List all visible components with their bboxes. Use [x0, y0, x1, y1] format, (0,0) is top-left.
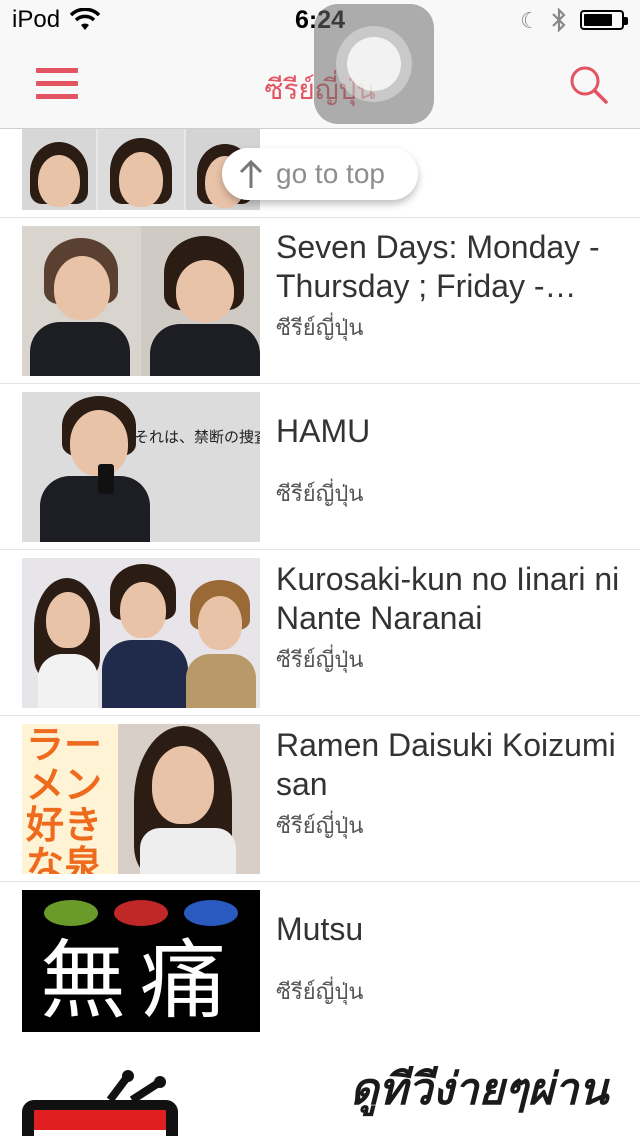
go-to-top-button[interactable]: go to top [222, 148, 418, 200]
tv-icon [22, 1070, 178, 1136]
poster-image: それは、禁断の捜査。 [22, 392, 260, 542]
poster-text: それは、禁断の捜査。 [134, 428, 260, 446]
search-icon[interactable] [568, 64, 610, 106]
series-category: ซีรีย์ญี่ปุ่น [276, 813, 364, 838]
list-item[interactable]: ラーメン好きな泉さん Ramen Daisuki Koizumi san ซีร… [0, 716, 640, 882]
series-list[interactable]: Seven Days: Monday - Thursday ; Friday -… [0, 129, 640, 1136]
bluetooth-icon [552, 7, 566, 33]
banner-text: ดูทีวีง่ายๆผ่าน [350, 1064, 609, 1115]
series-title: Ramen Daisuki Koizumi san [276, 727, 616, 802]
go-to-top-label: go to top [276, 158, 385, 189]
list-item[interactable]: Kurosaki-kun no Iinari ni Nante Naranai … [0, 550, 640, 716]
series-title: Kurosaki-kun no Iinari ni Nante Naranai [276, 561, 620, 636]
arrow-up-icon [239, 159, 263, 188]
poster-image [22, 558, 260, 708]
series-category: ซีรีย์ญี่ปุ่น [276, 481, 364, 506]
list-item[interactable]: 無痛 Mutsu ซีรีย์ญี่ปุ่น [0, 882, 640, 1048]
poster-text: ラーメン好きな泉さん [26, 725, 103, 874]
series-category: ซีรีย์ญี่ปุ่น [276, 315, 364, 340]
list-item[interactable]: Seven Days: Monday - Thursday ; Friday -… [0, 218, 640, 384]
series-title: HAMU [276, 413, 371, 449]
poster-image [22, 226, 260, 376]
poster-text: 無痛 [40, 933, 240, 1029]
series-title: Seven Days: Monday - Thursday ; Friday -… [276, 229, 600, 304]
poster-image: ラーメン好きな泉さん [22, 724, 260, 874]
do-not-disturb-icon: ☾ [520, 8, 540, 33]
poster-image: 無痛 [22, 890, 260, 1032]
series-category: ซีรีย์ญี่ปุ่น [276, 979, 364, 1004]
list-item[interactable]: それは、禁断の捜査。 HAMU ซีรีย์ญี่ปุ่น [0, 384, 640, 550]
series-title: Mutsu [276, 911, 364, 947]
assistive-touch-button[interactable] [314, 4, 434, 124]
ad-banner[interactable]: ดูทีวีง่ายๆผ่าน [0, 1040, 640, 1136]
battery-icon [580, 10, 628, 30]
series-category: ซีรีย์ญี่ปุ่น [276, 647, 364, 672]
